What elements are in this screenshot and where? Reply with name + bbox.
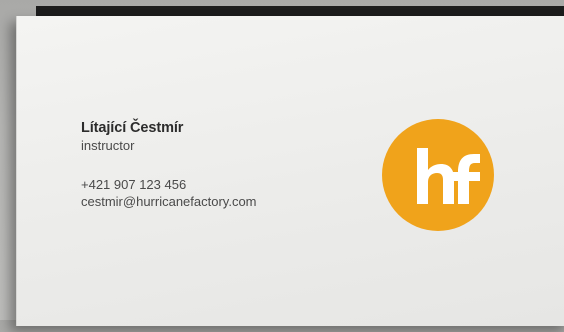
contact-info: Lítající Čestmír instructor +421 907 123…	[81, 120, 257, 209]
person-role: instructor	[81, 138, 135, 153]
person-name: Lítající Čestmír	[81, 120, 184, 136]
business-card-scene: Lítající Čestmír instructor +421 907 123…	[0, 0, 564, 332]
phone-number: +421 907 123 456	[81, 177, 187, 192]
email-address: cestmir@hurricanefactory.com	[81, 194, 257, 209]
hf-logo-icon	[382, 119, 494, 231]
